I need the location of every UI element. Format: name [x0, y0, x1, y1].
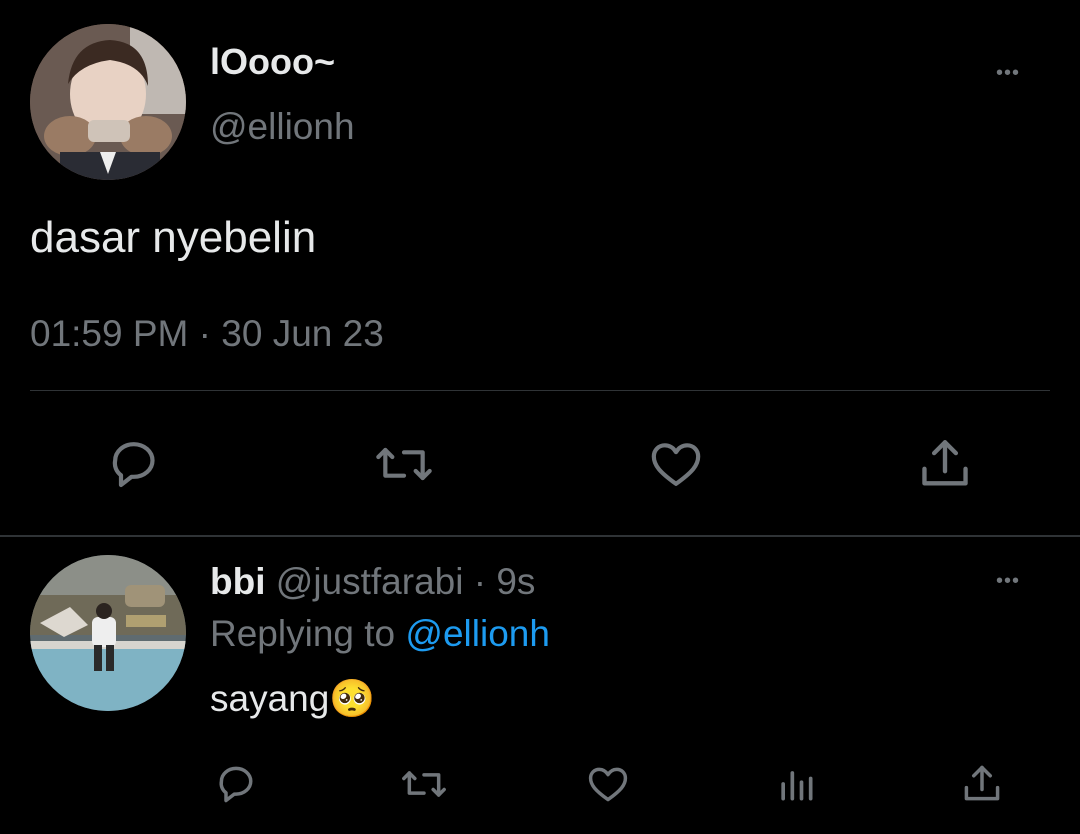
reply-analytics-button[interactable]: [770, 758, 822, 810]
reply-author-display-name[interactable]: bbi: [210, 561, 265, 602]
avatar-pool-scene-icon: [30, 555, 186, 711]
like-button[interactable]: [642, 432, 710, 496]
heart-icon: [651, 443, 701, 486]
author-display-name[interactable]: lOooo~: [210, 42, 335, 82]
avatar-portrait-icon: [30, 24, 186, 180]
reply-more-options-icon[interactable]: •••: [996, 566, 1020, 596]
retweet-button[interactable]: [368, 432, 440, 496]
tweet-timestamp[interactable]: 01:59 PM · 30 Jun 23: [30, 312, 384, 356]
reply-age[interactable]: 9s: [496, 561, 535, 602]
share-upload-icon: [964, 765, 1000, 801]
timestamp-separator: ·: [198, 313, 211, 354]
replying-to-line: Replying to @ellionh: [210, 612, 550, 656]
tweet-date[interactable]: 30 Jun 23: [221, 313, 384, 354]
reply-author-handle[interactable]: @justfarabi: [276, 561, 464, 602]
reply-text-body: sayang: [210, 678, 330, 719]
reply-share-button[interactable]: [956, 758, 1008, 810]
retweet-icon: [376, 447, 432, 481]
speech-bubble-icon: [219, 766, 253, 803]
replying-to-label: Replying to: [210, 613, 396, 654]
more-options-icon[interactable]: •••: [996, 58, 1020, 88]
reply-button[interactable]: [100, 432, 170, 496]
reply-separator: ·: [473, 561, 487, 602]
reply-header: bbi @justfarabi · 9s: [210, 560, 535, 604]
reply-author-avatar[interactable]: [30, 555, 186, 711]
share-upload-icon: [922, 440, 968, 486]
replying-to-handle-link[interactable]: @ellionh: [405, 613, 550, 654]
share-button[interactable]: [912, 432, 978, 496]
reply-like-button[interactable]: [580, 758, 636, 810]
reply-reply-button[interactable]: [210, 758, 264, 810]
reply-retweet-button[interactable]: [394, 758, 454, 810]
tweet-divider: [0, 535, 1080, 537]
pleading-face-emoji: 🥺: [329, 677, 376, 720]
author-avatar[interactable]: [30, 24, 186, 180]
retweet-icon: [402, 771, 446, 797]
author-handle[interactable]: @ellionh: [210, 106, 355, 148]
reply-text: sayang🥺: [210, 676, 375, 722]
tweet-time[interactable]: 01:59 PM: [30, 313, 188, 354]
timestamp-divider: [30, 390, 1050, 391]
speech-bubble-icon: [112, 442, 155, 488]
tweet-text: dasar nyebelin: [30, 213, 317, 262]
heart-icon: [588, 767, 628, 802]
bar-chart-icon: [781, 771, 813, 801]
